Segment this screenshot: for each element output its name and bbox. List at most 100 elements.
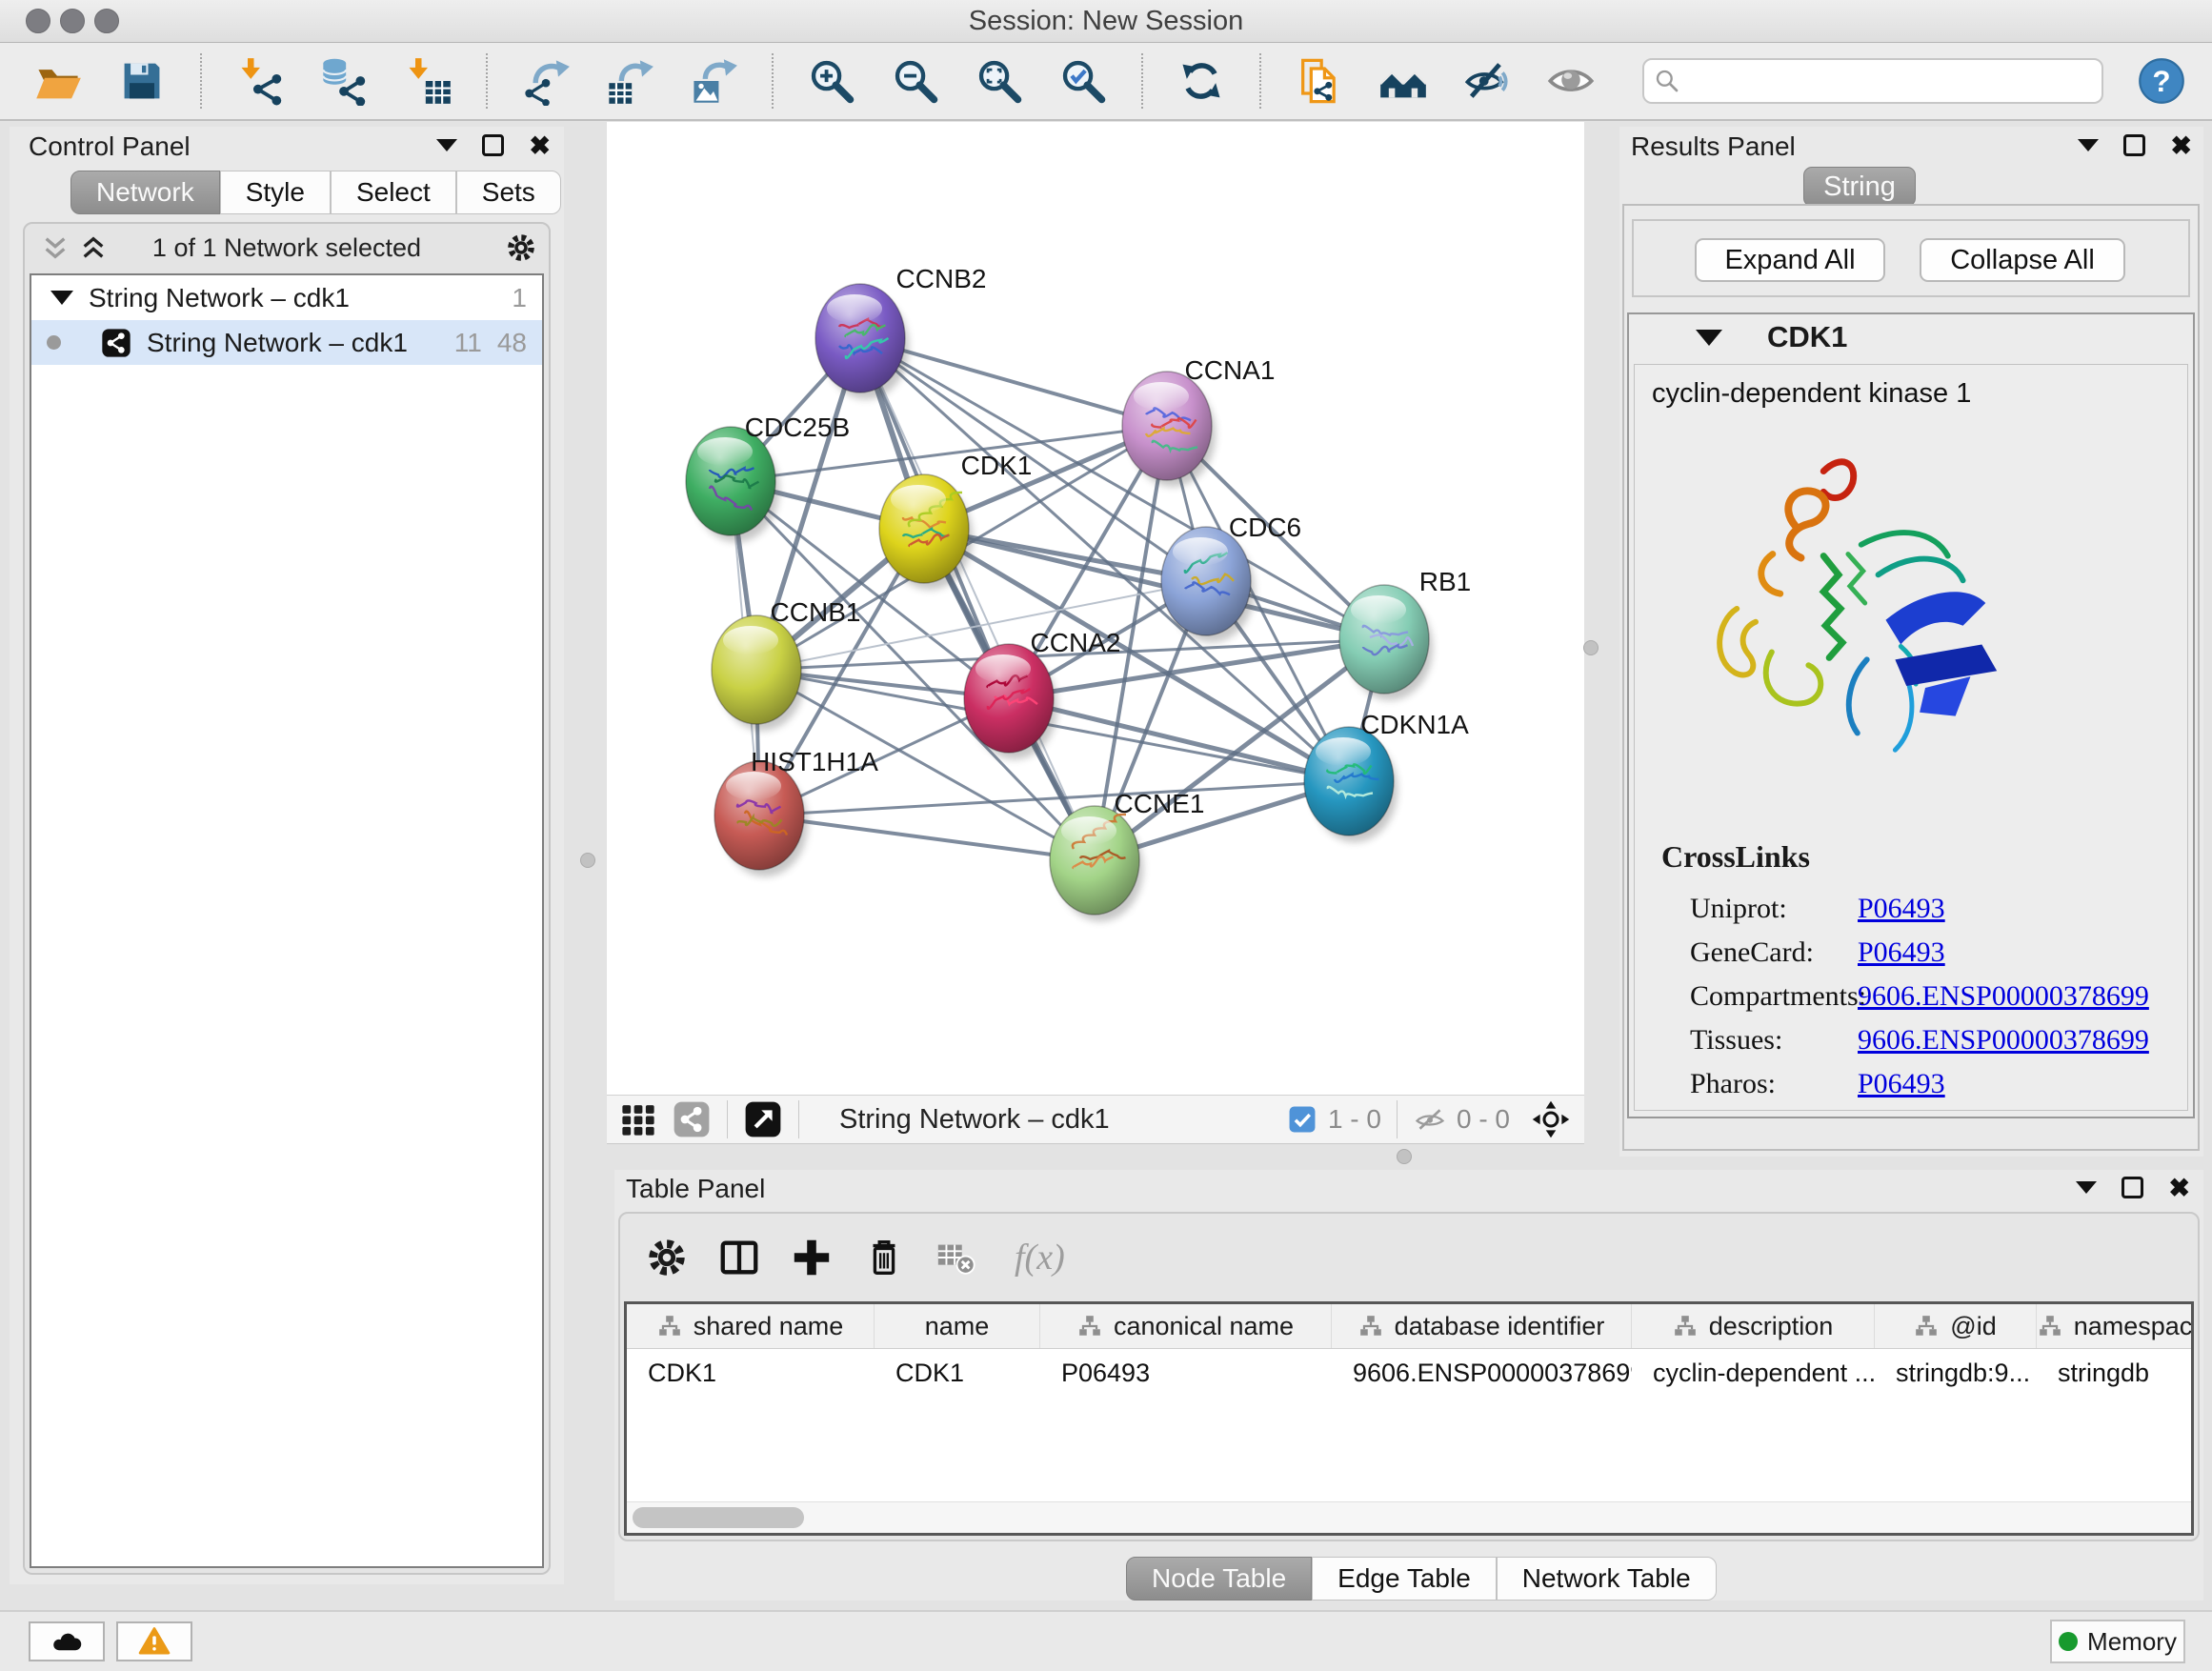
show-graphics-details-button[interactable]	[1545, 55, 1597, 107]
table-panel-menu-icon[interactable]	[2076, 1181, 2097, 1194]
shared-column-icon	[657, 1314, 682, 1339]
zoom-in-button[interactable]	[806, 55, 857, 107]
control-panel-close-icon[interactable]: ✖	[529, 136, 551, 155]
cell-namespace[interactable]: stringdb	[2037, 1349, 2194, 1397]
warnings-button[interactable]	[116, 1621, 192, 1661]
results-panel-float-icon[interactable]	[2123, 134, 2145, 156]
help-button[interactable]	[2136, 55, 2187, 107]
column-header-description[interactable]: description	[1632, 1304, 1875, 1348]
birdseye-view-button[interactable]	[1531, 1099, 1571, 1139]
column-header--id[interactable]: @id	[1875, 1304, 2037, 1348]
cell-name[interactable]: CDK1	[875, 1349, 1040, 1397]
crosslink-uniprot-link[interactable]: P06493	[1858, 893, 1945, 925]
collapse-all-button[interactable]: Collapse All	[1920, 238, 2125, 282]
zoom-fit-button[interactable]	[974, 55, 1025, 107]
node-RB1[interactable]	[1339, 585, 1433, 700]
column-header-namespace[interactable]: namespace	[2037, 1304, 2194, 1348]
column-header-canonical-name[interactable]: canonical name	[1040, 1304, 1332, 1348]
expand-all-button[interactable]: Expand All	[1695, 238, 1885, 282]
delete-column-button[interactable]	[862, 1236, 906, 1279]
tab-style[interactable]: Style	[220, 171, 331, 214]
node-HIST1H1A[interactable]	[714, 761, 808, 876]
export-table-button[interactable]	[604, 55, 655, 107]
crosslink-pharos-link[interactable]: P06493	[1858, 1068, 1945, 1100]
tab-network-table[interactable]: Network Table	[1497, 1557, 1717, 1601]
tab-string[interactable]: String	[1803, 167, 1916, 207]
hide-graphics-details-button[interactable]	[1461, 55, 1513, 107]
column-header-shared-name[interactable]: shared name	[627, 1304, 875, 1348]
control-panel-menu-icon[interactable]	[436, 139, 457, 151]
share-session-file-button[interactable]	[1294, 55, 1345, 107]
node-CCNA2[interactable]	[964, 644, 1057, 759]
bottom-splitter-handle[interactable]	[1397, 1149, 1412, 1164]
delete-table-button[interactable]	[935, 1236, 978, 1279]
detach-view-button[interactable]	[743, 1099, 783, 1139]
edge-CCNE1-CCNB2[interactable]	[860, 338, 1095, 860]
left-splitter-handle[interactable]	[580, 853, 595, 868]
import-database-button[interactable]	[318, 55, 370, 107]
network-canvas[interactable]: CCNB2CCNA1CDC25BCDK1CDC6RB1CCNB1CCNA2CDK…	[607, 122, 1584, 1095]
results-panel-menu-icon[interactable]	[2078, 139, 2099, 151]
crosslink-genecard-link[interactable]: P06493	[1858, 936, 1945, 969]
table-toolbar: f(x)	[620, 1214, 2198, 1301]
node-CCNA1[interactable]	[1122, 372, 1216, 487]
grid-view-button[interactable]	[618, 1099, 658, 1139]
tab-edge-table[interactable]: Edge Table	[1312, 1557, 1497, 1601]
table-panel-close-icon[interactable]: ✖	[2168, 1178, 2190, 1198]
zoom-out-button[interactable]	[890, 55, 941, 107]
function-builder-button[interactable]: f(x)	[1015, 1237, 1065, 1278]
tab-select[interactable]: Select	[331, 171, 456, 214]
column-header-name[interactable]: name	[875, 1304, 1040, 1348]
import-network-button[interactable]	[234, 55, 286, 107]
node-CCNB1[interactable]	[712, 615, 805, 731]
zoom-selected-button[interactable]	[1057, 55, 1109, 107]
add-column-button[interactable]	[790, 1236, 834, 1279]
cell--id[interactable]: stringdb:9...	[1875, 1349, 2037, 1397]
toolbar-separator	[1141, 53, 1143, 109]
save-session-button[interactable]	[116, 55, 168, 107]
memory-button[interactable]: Memory	[2050, 1620, 2185, 1663]
node-CCNE1[interactable]	[1050, 806, 1143, 921]
show-columns-button[interactable]	[717, 1236, 761, 1279]
cell-database-identifier[interactable]: 9606.ENSP00000378699	[1332, 1349, 1632, 1397]
selected-checkbox-icon[interactable]	[1286, 1103, 1318, 1136]
control-panel-float-icon[interactable]	[482, 134, 504, 156]
tab-sets[interactable]: Sets	[456, 171, 561, 214]
node-CCNB2[interactable]	[815, 284, 909, 399]
crosslink-tissues-link[interactable]: 9606.ENSP00000378699	[1858, 1024, 2149, 1057]
node-CDK1[interactable]	[879, 474, 973, 590]
collection-expand-icon[interactable]	[50, 291, 73, 305]
import-table-button[interactable]	[402, 55, 453, 107]
open-session-button[interactable]	[32, 55, 84, 107]
column-header-database-identifier[interactable]: database identifier	[1332, 1304, 1632, 1348]
crosslink-compartments-link[interactable]: 9606.ENSP00000378699	[1858, 980, 2149, 1013]
edge-CCNE1-HIST1H1A[interactable]	[759, 815, 1095, 860]
right-splitter-handle[interactable]	[1583, 640, 1599, 655]
cloud-status-button[interactable]	[29, 1621, 105, 1661]
network-row-selected[interactable]: String Network – cdk1 11 48	[31, 320, 542, 365]
table-horizontal-scrollbar[interactable]	[627, 1501, 2191, 1533]
cell-canonical-name[interactable]: P06493	[1040, 1349, 1332, 1397]
network-collection-row[interactable]: String Network – cdk1 1	[31, 275, 542, 320]
cell-shared-name[interactable]: CDK1	[627, 1349, 875, 1397]
node-CDKN1A[interactable]	[1304, 727, 1398, 842]
table-row[interactable]: CDK1CDK1P064939606.ENSP00000378699cyclin…	[627, 1349, 2191, 1397]
table-panel-float-icon[interactable]	[2122, 1177, 2143, 1198]
share-view-button[interactable]	[672, 1099, 712, 1139]
network-list-options-icon[interactable]	[505, 232, 537, 264]
export-network-button[interactable]	[520, 55, 572, 107]
table-options-button[interactable]	[645, 1236, 689, 1279]
node-label-CCNB1: CCNB1	[771, 597, 861, 627]
cell-description[interactable]: cyclin-dependent ...	[1632, 1349, 1875, 1397]
tab-network[interactable]: Network	[70, 171, 220, 214]
gene-collapse-icon[interactable]	[1696, 330, 1722, 346]
tab-node-table[interactable]: Node Table	[1126, 1557, 1312, 1601]
gene-section-header[interactable]: CDK1	[1629, 314, 2193, 362]
refresh-view-button[interactable]	[1176, 55, 1227, 107]
open-string-web-button[interactable]	[1377, 55, 1429, 107]
status-bar: Memory	[0, 1610, 2212, 1671]
export-image-button[interactable]	[688, 55, 739, 107]
results-panel-close-icon[interactable]: ✖	[2170, 136, 2192, 155]
search-input[interactable]	[1642, 58, 2103, 104]
scrollbar-thumb[interactable]	[633, 1507, 804, 1528]
